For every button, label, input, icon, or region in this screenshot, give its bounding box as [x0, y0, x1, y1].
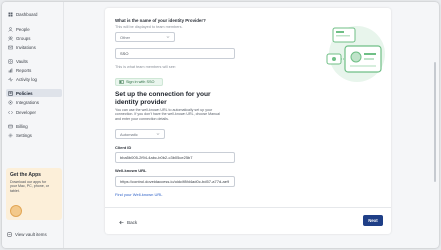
app-badge-icon [10, 205, 22, 217]
sign-in-with-sso-preview: Sign in with SSO [115, 78, 163, 86]
developer-icon [8, 110, 13, 115]
chevron-down-icon [166, 36, 170, 38]
back-button[interactable]: Back [119, 220, 137, 225]
wellknown-url-label: Well-known URL [115, 168, 147, 173]
sidebar-item-settings[interactable]: Settings [6, 131, 62, 139]
sidebar-item-label: Integrations [16, 99, 39, 105]
find-wellknown-url-link[interactable]: Find your Well-known URL [115, 192, 163, 197]
sso-card-icon [119, 80, 124, 84]
sidebar: Dashboard People Groups Invitations Vaul… [2, 2, 64, 248]
gear-icon [8, 133, 13, 138]
sidebar-item-developer[interactable]: Developer [6, 108, 62, 116]
app-window: Dashboard People Groups Invitations Vaul… [2, 2, 439, 248]
sidebar-item-label: Vaults [16, 58, 28, 64]
provider-select-value: Other [120, 34, 131, 40]
sso-setup-card: What is the name of your identity Provid… [105, 8, 391, 234]
billing-icon [8, 124, 13, 129]
groups-icon [8, 36, 13, 41]
sidebar-item-billing[interactable]: Billing [6, 122, 62, 130]
scrollbar[interactable] [434, 62, 436, 182]
next-button[interactable]: Next [363, 215, 383, 226]
sidebar-item-people[interactable]: People [6, 25, 62, 33]
sidebar-item-label: People [16, 26, 30, 32]
view-vault-items-label: View vault items [15, 232, 47, 237]
sidebar-item-activity-log[interactable]: Activity log [6, 75, 62, 83]
promo-title: Get the Apps [10, 172, 41, 178]
sidebar-item-label: Billing [16, 123, 28, 129]
sidebar-item-groups[interactable]: Groups [6, 34, 62, 42]
configuration-select[interactable]: Automatic [115, 129, 165, 139]
sidebar-item-label: Activity log [16, 76, 37, 82]
activity-log-icon [8, 76, 13, 82]
provider-name-field[interactable]: SSO [115, 48, 235, 59]
sidebar-item-label: Reports [16, 67, 32, 73]
sidebar-item-label: Developer [16, 109, 37, 115]
sidebar-item-dashboard[interactable]: Dashboard [6, 10, 62, 18]
policies-icon [8, 90, 13, 96]
section-title: Set up the connection for your identity … [115, 91, 211, 106]
chevron-down-icon [156, 133, 160, 135]
footer-divider [105, 207, 391, 208]
integrations-icon [8, 100, 13, 105]
sidebar-item-label: Settings [16, 132, 32, 138]
sidebar-item-reports[interactable]: Reports [6, 66, 62, 74]
people-icon [8, 26, 13, 32]
main-content: What is the name of your identity Provid… [64, 2, 439, 248]
provider-question: What is the name of your identity Provid… [115, 18, 206, 23]
view-vault-items-link[interactable]: View vault items [7, 232, 47, 237]
provider-name-value: SSO [120, 51, 129, 56]
back-label: Back [127, 220, 138, 225]
provider-hint: This will be displayed to team members. [115, 25, 183, 29]
get-apps-promo[interactable]: Get the Apps Download our apps for your … [6, 168, 62, 220]
provider-preview-hint: This is what team members will see: [115, 65, 176, 69]
sidebar-item-vaults[interactable]: Vaults [6, 57, 62, 65]
vault-items-icon [7, 232, 12, 237]
provider-select[interactable]: Other [115, 32, 175, 42]
sidebar-item-label: Policies [16, 90, 33, 96]
sidebar-item-integrations[interactable]: Integrations [6, 98, 62, 106]
invitations-icon [8, 45, 13, 50]
wellknown-url-value: https://control.doveidaccess.io/oidc/f8f… [120, 179, 230, 184]
vaults-icon [8, 59, 13, 64]
sso-button-label: Sign in with SSO [126, 80, 155, 84]
sidebar-item-label: Groups [16, 35, 31, 41]
sidebar-item-label: Dashboard [16, 11, 38, 17]
reports-icon [8, 68, 13, 73]
promo-text: Download our apps for your Mac, PC, phon… [10, 180, 49, 193]
sidebar-item-label: Invitations [16, 44, 36, 50]
arrow-left-icon [119, 220, 124, 225]
client-id-value: bba5b005-2f94-4abc-b0b2-c3b05ce25b7 [120, 155, 193, 160]
configuration-select-value: Automatic [120, 131, 138, 137]
wellknown-url-field[interactable]: https://control.doveidaccess.io/oidc/f8f… [115, 176, 235, 187]
client-id-field[interactable]: bba5b005-2f94-4abc-b0b2-c3b05ce25b7 [115, 152, 235, 163]
identity-illustration [326, 26, 385, 82]
dashboard-icon [8, 12, 13, 17]
section-description: You can use the well-known URL to automa… [115, 108, 220, 121]
sidebar-item-policies[interactable]: Policies [6, 89, 62, 97]
sidebar-item-invitations[interactable]: Invitations [6, 43, 62, 51]
client-id-label: Client ID [115, 145, 132, 150]
